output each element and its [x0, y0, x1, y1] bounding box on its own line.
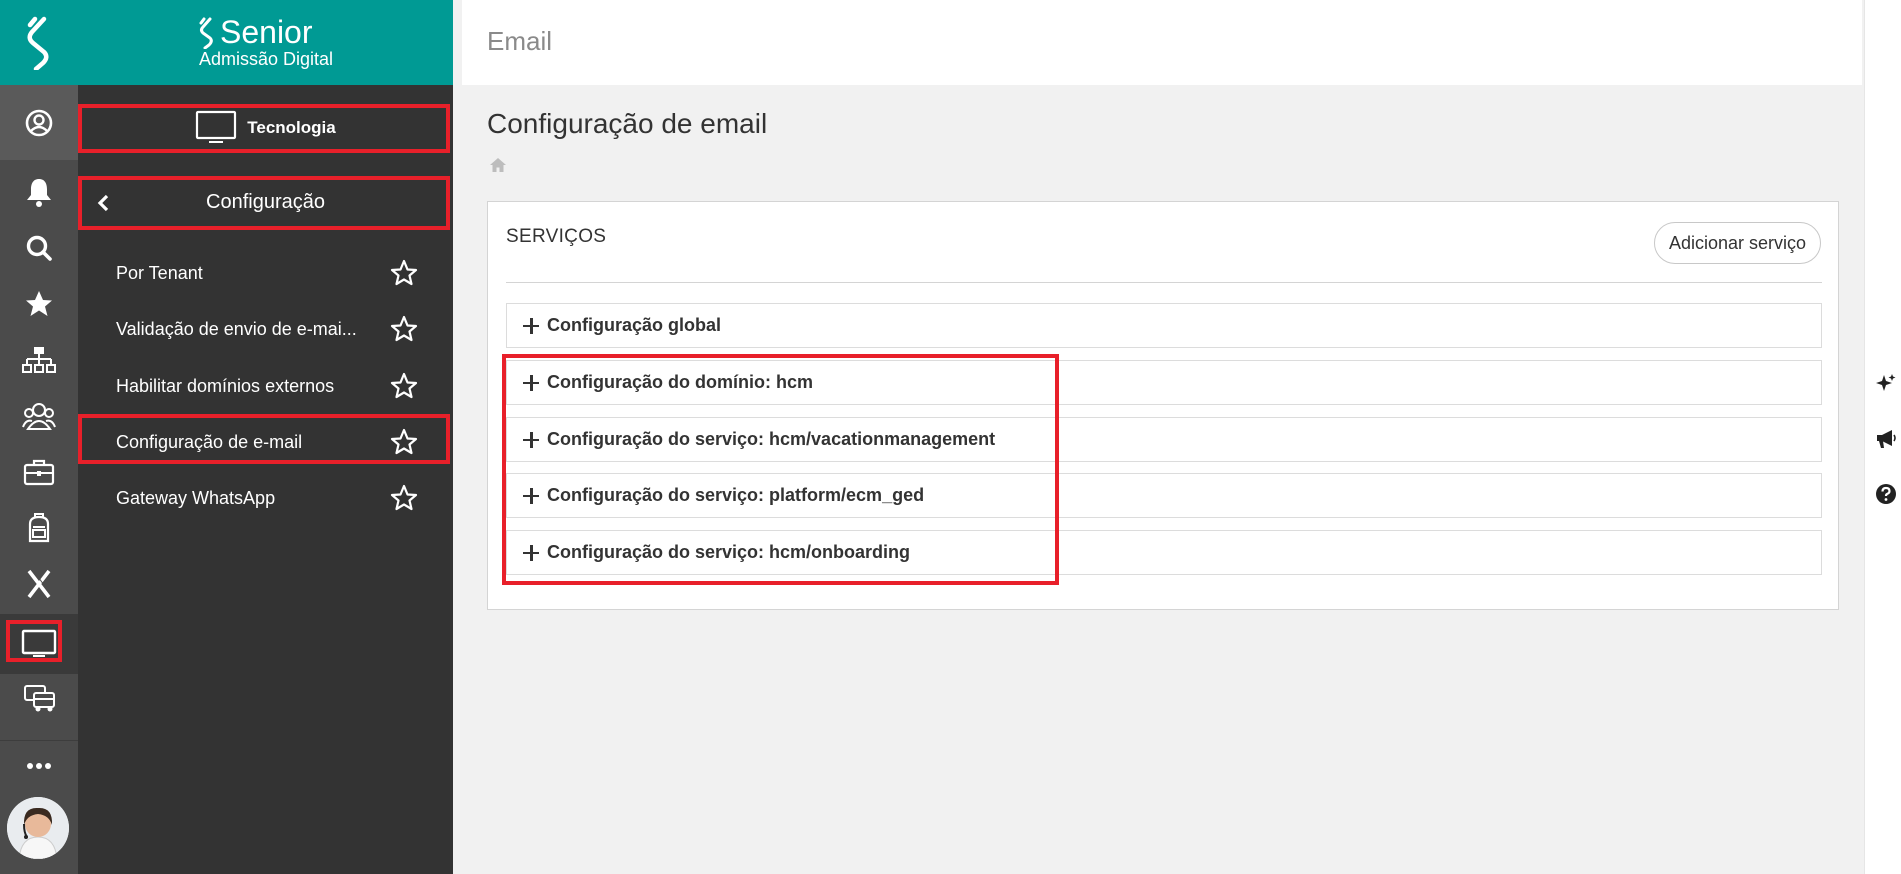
- brand-name: Senior: [220, 14, 313, 50]
- star-outline-icon[interactable]: [390, 315, 418, 343]
- monitor-icon: [21, 629, 57, 657]
- menu-item-configuracao-email[interactable]: Configuração de e-mail: [78, 418, 453, 466]
- senior-logo-icon: [199, 17, 213, 49]
- technology-button[interactable]: [0, 614, 78, 674]
- panel-title: SERVIÇOS: [506, 226, 607, 247]
- briefcase-icon: [23, 459, 55, 486]
- add-service-button[interactable]: Adicionar serviço: [1654, 222, 1821, 264]
- jobs-button[interactable]: [0, 448, 78, 496]
- star-outline-icon[interactable]: [390, 372, 418, 400]
- star-icon: [26, 291, 52, 316]
- menu-item-validacao-envio[interactable]: Validação de envio de e-mai...: [78, 305, 453, 353]
- divider: [506, 282, 1822, 283]
- backpack-icon: [28, 513, 50, 543]
- x-icon: [27, 569, 52, 599]
- senior-logo-icon[interactable]: [0, 0, 78, 85]
- org-chart-icon: [22, 347, 56, 373]
- icon-rail: [0, 0, 78, 874]
- star-outline-icon[interactable]: [390, 428, 418, 456]
- accordion-servico-vacationmanagement[interactable]: Configuração do serviço: hcm/vacationman…: [506, 417, 1822, 462]
- avatar[interactable]: [7, 797, 69, 859]
- search-icon: [26, 235, 52, 261]
- megaphone-icon[interactable]: [1875, 428, 1897, 450]
- plus-icon: [523, 374, 539, 391]
- vehicles-icon: [24, 685, 55, 712]
- x-app-button[interactable]: [0, 560, 78, 608]
- menu-area-tecnologia[interactable]: Tecnologia: [78, 104, 453, 152]
- plus-icon: [523, 431, 539, 448]
- home-icon[interactable]: [489, 157, 507, 173]
- plus-icon: [523, 487, 539, 504]
- people-group-icon: [22, 403, 56, 430]
- main-content: Configuração de email SERVIÇOS Adicionar…: [462, 85, 1862, 870]
- menu-item-dominios-externos[interactable]: Habilitar domínios externos: [78, 362, 453, 410]
- backpack-button[interactable]: [0, 504, 78, 552]
- right-toolbar: [1864, 0, 1901, 874]
- people-button[interactable]: [0, 392, 78, 440]
- accordion-configuracao-global[interactable]: Configuração global: [506, 303, 1822, 348]
- accordion-servico-onboarding[interactable]: Configuração do serviço: hcm/onboarding: [506, 530, 1822, 575]
- help-icon[interactable]: [1875, 483, 1897, 505]
- user-profile-button[interactable]: [0, 85, 78, 160]
- brand-header: Senior Admissão Digital: [78, 0, 453, 85]
- notifications-button[interactable]: [0, 168, 78, 216]
- monitor-icon: [196, 110, 237, 143]
- top-bar: Email: [462, 0, 1862, 85]
- org-chart-button[interactable]: [0, 336, 78, 384]
- brand-subtitle: Admissão Digital: [199, 49, 334, 69]
- menu-area-label: Tecnologia: [247, 118, 336, 137]
- fleet-button[interactable]: [0, 674, 78, 722]
- accordion-servico-ecm-ged[interactable]: Configuração do serviço: platform/ecm_ge…: [506, 473, 1822, 518]
- star-outline-icon[interactable]: [390, 259, 418, 287]
- services-panel: SERVIÇOS Adicionar serviço Configuração …: [487, 201, 1839, 610]
- more-button[interactable]: [0, 740, 78, 790]
- more-icon: [27, 762, 51, 769]
- bell-icon: [27, 179, 51, 207]
- menu-section-label: Configuração: [206, 191, 325, 213]
- header-title: Email: [487, 26, 553, 56]
- accordion-dominio-hcm[interactable]: Configuração do domínio: hcm: [506, 360, 1822, 405]
- page-title: Configuração de email: [487, 108, 768, 139]
- menu-back-configuracao[interactable]: Configuração: [78, 176, 453, 230]
- menu-item-por-tenant[interactable]: Por Tenant: [78, 249, 453, 297]
- favorites-button[interactable]: [0, 280, 78, 328]
- plus-icon: [523, 544, 539, 561]
- star-outline-icon[interactable]: [390, 484, 418, 512]
- plus-icon: [523, 317, 539, 334]
- sparkle-icon[interactable]: [1875, 373, 1897, 395]
- menu-item-gateway-whatsapp[interactable]: Gateway WhatsApp: [78, 474, 453, 522]
- search-button[interactable]: [0, 224, 78, 272]
- user-circle-icon: [25, 109, 53, 136]
